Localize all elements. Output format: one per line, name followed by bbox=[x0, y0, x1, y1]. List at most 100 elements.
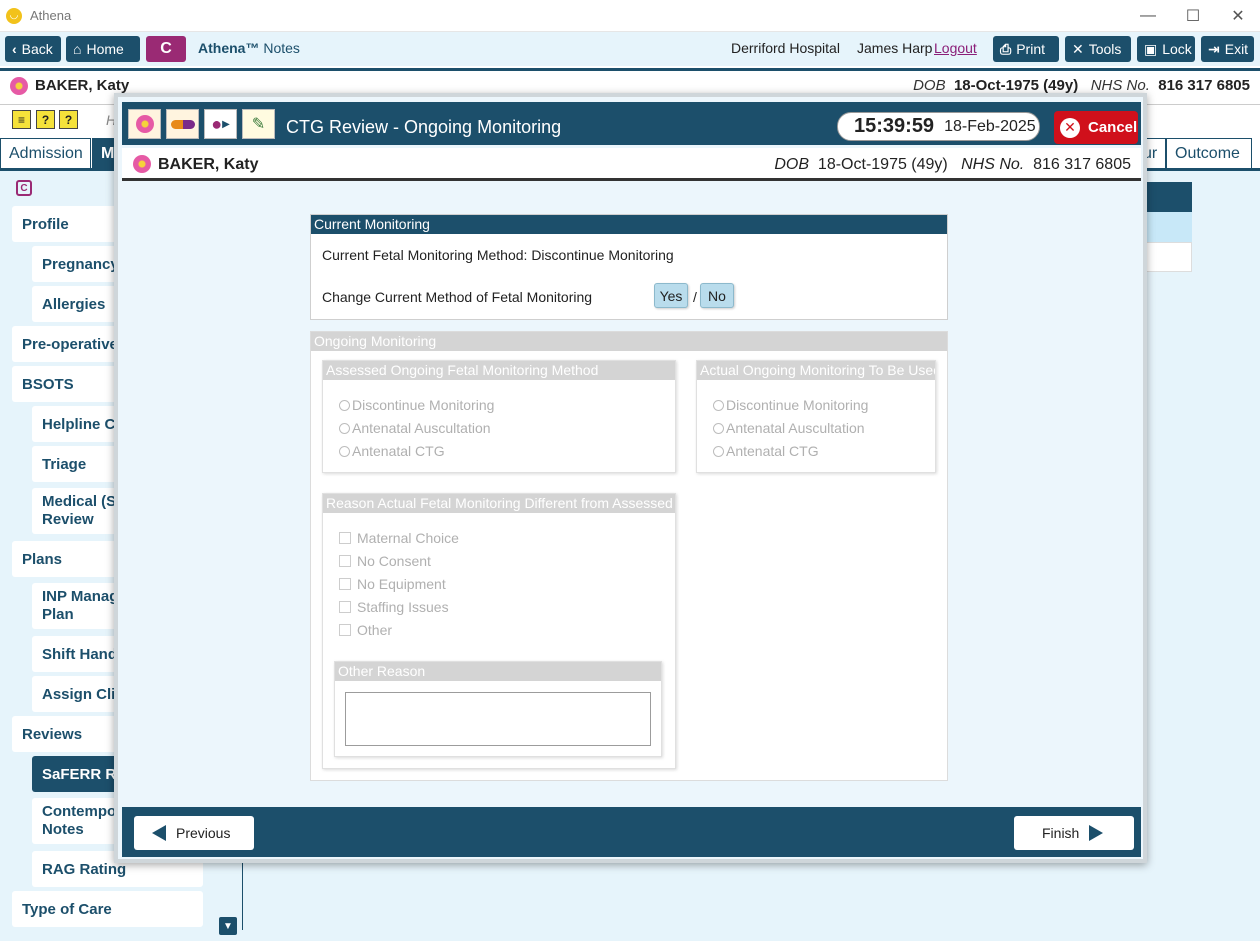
maximize-icon[interactable]: ☐ bbox=[1170, 0, 1216, 32]
tools-label: Tools bbox=[1088, 41, 1122, 57]
brand-name: Athena™ bbox=[198, 40, 260, 56]
option-label: Antenatal CTG bbox=[352, 443, 445, 459]
cancel-label: Cancel bbox=[1088, 119, 1138, 136]
cancel-button[interactable]: ✕ Cancel bbox=[1054, 111, 1138, 144]
nhs-label: NHS No. bbox=[961, 156, 1025, 173]
arrow-left-icon bbox=[152, 825, 166, 841]
arrow-right-icon bbox=[1089, 825, 1104, 841]
panel-title: Reason Actual Fetal Monitoring Different… bbox=[323, 494, 675, 513]
dob-value: 18-Oct-1975 (49y) bbox=[817, 156, 948, 173]
panel-title: Ongoing Monitoring bbox=[311, 332, 947, 351]
radio-icon[interactable] bbox=[713, 445, 724, 457]
actual-method-panel: Actual Ongoing Monitoring To Be Used Dis… bbox=[696, 360, 936, 473]
tab-admission[interactable]: Admission bbox=[0, 138, 91, 168]
brand-suffix: Notes bbox=[263, 40, 300, 56]
patient-name: BAKER, Katy bbox=[35, 77, 130, 94]
reason-option-staffing[interactable]: Staffing Issues bbox=[339, 599, 449, 615]
radio-icon[interactable] bbox=[713, 422, 724, 434]
close-window-icon[interactable]: ✕ bbox=[1215, 0, 1260, 32]
sidebar-item-label: Contempor bbox=[42, 803, 122, 820]
tools-button[interactable]: ✕ Tools bbox=[1065, 36, 1131, 62]
c-button[interactable]: C bbox=[146, 36, 186, 62]
flower-icon[interactable] bbox=[128, 109, 161, 139]
change-method-label: Change Current Method of Fetal Monitorin… bbox=[322, 289, 593, 305]
notes-icon[interactable]: ✎ bbox=[242, 109, 275, 139]
sidebar-item-type-of-care[interactable]: Type of Care bbox=[12, 891, 203, 927]
home-button[interactable]: ⌂ Home bbox=[66, 36, 140, 62]
checkbox-icon[interactable] bbox=[339, 532, 351, 544]
home-icon: ⌂ bbox=[73, 41, 82, 57]
reason-panel: Reason Actual Fetal Monitoring Different… bbox=[322, 493, 676, 769]
radio-icon[interactable] bbox=[339, 399, 350, 411]
checkbox-icon[interactable] bbox=[339, 578, 351, 590]
nhs-value: 816 317 6805 bbox=[1033, 156, 1131, 173]
exit-button[interactable]: ⇥ Exit bbox=[1201, 36, 1254, 62]
clock-date: 18-Feb-2025 bbox=[944, 117, 1036, 135]
back-button[interactable]: ‹ Back bbox=[5, 36, 61, 62]
close-icon: ✕ bbox=[1060, 117, 1080, 138]
reason-option-maternal-choice[interactable]: Maternal Choice bbox=[339, 530, 459, 546]
c-mini-icon[interactable]: C bbox=[16, 180, 32, 196]
person-icon[interactable]: ● ▶ bbox=[204, 109, 237, 139]
actual-option-ctg[interactable]: Antenatal CTG bbox=[713, 443, 819, 459]
no-button[interactable]: No bbox=[700, 283, 734, 308]
dob-label: DOB bbox=[774, 156, 810, 173]
scroll-down-icon[interactable]: ▼ bbox=[219, 917, 237, 935]
option-label: No Equipment bbox=[357, 576, 446, 592]
patient-details: DOB 18-Oct-1975 (49y) NHS No. 816 317 68… bbox=[774, 156, 1131, 174]
sidebar-item-label: INP Manag bbox=[42, 588, 119, 605]
help-alt-icon[interactable]: ? bbox=[59, 110, 78, 129]
assessed-option-ctg[interactable]: Antenatal CTG bbox=[339, 443, 445, 459]
yes-no-separator: / bbox=[693, 289, 697, 305]
assessed-option-discontinue[interactable]: Discontinue Monitoring bbox=[339, 397, 494, 413]
app-brand: Athena™ Notes bbox=[198, 40, 300, 56]
checkbox-icon[interactable] bbox=[339, 555, 351, 567]
tab-outcome[interactable]: Outcome bbox=[1166, 138, 1252, 168]
lock-label: Lock bbox=[1162, 41, 1192, 57]
option-label: Maternal Choice bbox=[357, 530, 459, 546]
reason-option-other[interactable]: Other bbox=[339, 622, 392, 638]
option-label: Antenatal Auscultation bbox=[726, 420, 865, 436]
list-icon[interactable]: ≡ bbox=[12, 110, 31, 129]
actual-option-discontinue[interactable]: Discontinue Monitoring bbox=[713, 397, 868, 413]
help-icon[interactable]: ? bbox=[36, 110, 55, 129]
current-method-text: Current Fetal Monitoring Method: Discont… bbox=[322, 247, 674, 263]
yes-button[interactable]: Yes bbox=[654, 283, 688, 308]
panel-title: Other Reason bbox=[335, 662, 661, 681]
panel-title: Actual Ongoing Monitoring To Be Used bbox=[697, 361, 935, 380]
printer-icon: ⎙ bbox=[1000, 40, 1012, 57]
reason-option-no-equipment[interactable]: No Equipment bbox=[339, 576, 446, 592]
finish-label: Finish bbox=[1042, 825, 1080, 841]
finish-button[interactable]: Finish bbox=[1014, 816, 1134, 850]
lock-icon: ▣ bbox=[1144, 40, 1158, 57]
assessed-option-auscultation[interactable]: Antenatal Auscultation bbox=[339, 420, 491, 436]
option-label: Other bbox=[357, 622, 393, 638]
radio-icon[interactable] bbox=[339, 445, 350, 457]
minimize-icon[interactable]: — bbox=[1125, 0, 1171, 32]
print-button[interactable]: ⎙ Print bbox=[993, 36, 1059, 62]
print-label: Print bbox=[1016, 41, 1045, 57]
nhs-label: NHS No. bbox=[1090, 77, 1150, 94]
logout-link[interactable]: Logout bbox=[934, 40, 977, 56]
clock-display: 15:39:59 18-Feb-2025 bbox=[837, 112, 1040, 141]
clock-time: 15:39:59 bbox=[854, 115, 935, 137]
background-table-row bbox=[1140, 212, 1192, 242]
other-reason-textarea[interactable] bbox=[345, 692, 651, 746]
option-label: Discontinue Monitoring bbox=[726, 397, 869, 413]
reason-option-no-consent[interactable]: No Consent bbox=[339, 553, 431, 569]
home-label: Home bbox=[86, 41, 124, 57]
checkbox-icon[interactable] bbox=[339, 624, 351, 636]
option-label: Staffing Issues bbox=[357, 599, 449, 615]
medication-icon[interactable] bbox=[166, 109, 199, 139]
checkbox-icon[interactable] bbox=[339, 601, 351, 613]
previous-label: Previous bbox=[176, 825, 231, 841]
actual-option-auscultation[interactable]: Antenatal Auscultation bbox=[713, 420, 865, 436]
previous-button[interactable]: Previous bbox=[134, 816, 254, 850]
panel-title: Current Monitoring bbox=[311, 215, 947, 234]
radio-icon[interactable] bbox=[713, 399, 724, 411]
lock-button[interactable]: ▣ Lock bbox=[1137, 36, 1195, 62]
radio-icon[interactable] bbox=[339, 422, 350, 434]
dialog-patient-banner: BAKER, Katy DOB 18-Oct-1975 (49y) NHS No… bbox=[122, 148, 1141, 181]
exit-icon: ⇥ bbox=[1208, 40, 1220, 57]
window-titlebar: ◡ Athena — ☐ ✕ bbox=[0, 0, 1260, 32]
